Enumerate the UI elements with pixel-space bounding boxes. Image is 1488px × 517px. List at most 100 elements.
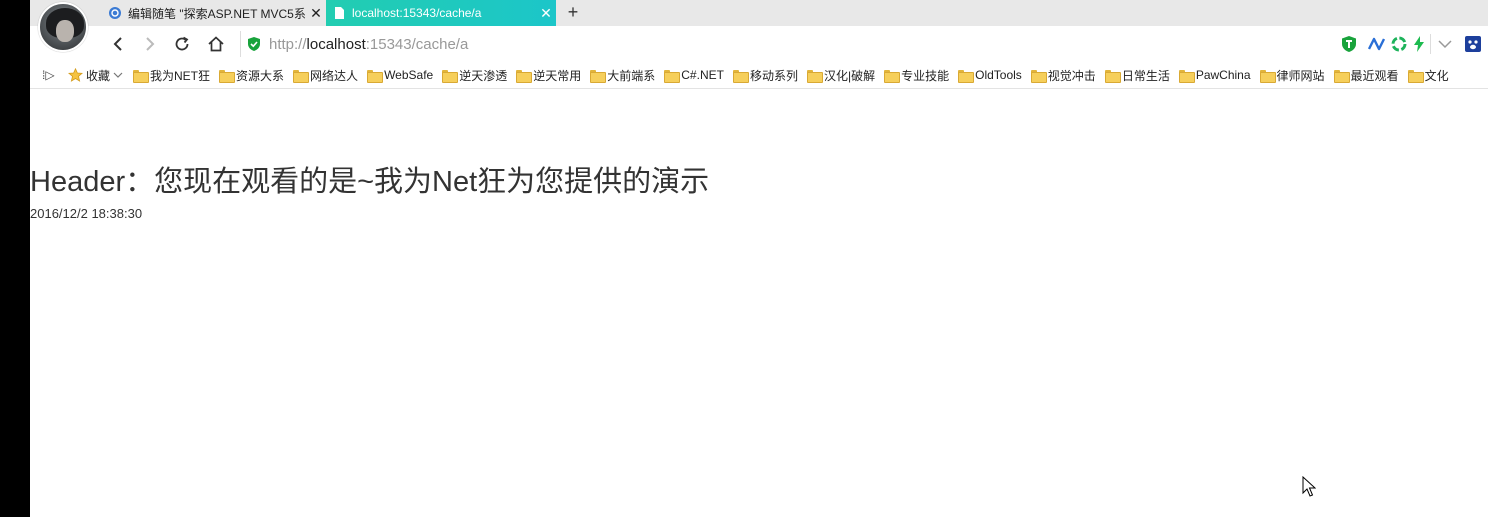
folder-icon [884,69,901,83]
reload-button[interactable] [170,32,194,56]
folder-icon [1104,69,1121,83]
new-tab-button[interactable]: + [562,1,584,23]
page-content: Header：您现在观看的是~我为Net狂为您提供的演示 2016/12/2 1… [30,90,1488,517]
bookmark-folder[interactable]: 逆天常用 [516,67,581,84]
bookmark-folder[interactable]: 逆天渗透 [442,67,507,84]
folder-icon [958,69,975,83]
folder-icon [732,69,749,83]
bookmark-folder[interactable]: 最近观看 [1333,67,1399,84]
site-icon [109,7,121,19]
folder-icon [367,69,384,83]
folder-icon [806,69,823,83]
bookmark-folder[interactable]: 大前端系 [590,67,655,84]
home-button[interactable] [204,32,228,56]
favorites-label: 收藏 [86,68,111,83]
bookmark-folder[interactable]: 律师网站 [1259,67,1325,84]
bookmark-folder[interactable]: 网络达人 [293,67,358,84]
folder-icon [219,69,236,83]
bookmark-label: 逆天常用 [533,68,582,83]
folder-icon [1178,69,1195,83]
bookmark-label: 大前端系 [607,68,656,83]
folder-icon [664,69,681,83]
paw-icon [1465,36,1481,52]
folder-icon [516,69,533,83]
folder-icon [1030,69,1047,83]
bookmark-folder[interactable]: 文化 [1407,67,1449,84]
address-bar[interactable]: http://localhost:15343/cache/a [240,31,1330,57]
tab-label: localhost:15343/cache/a [352,6,482,20]
url-host: localhost [306,35,366,53]
bookmark-label: 律师网站 [1276,68,1325,83]
folder-icon [133,69,150,83]
mouse-cursor-icon [1302,476,1316,497]
bookmark-label: 专业技能 [901,68,950,83]
star-icon [68,68,83,82]
bookmark-label: OldTools [975,68,1022,82]
tab-label: 编辑随笔 "探索ASP.NET MVC5系 [128,6,306,21]
tab-close-icon[interactable]: ✕ [306,5,326,22]
bookmark-label: C#.NET [681,68,724,82]
forward-button[interactable] [138,32,162,56]
chevron-down-icon [113,72,123,78]
folder-icon [442,69,459,83]
extension-paw[interactable] [1464,35,1482,53]
folder-icon [1407,69,1424,83]
bookmark-folder[interactable]: 资源大系 [219,67,284,84]
browser-window: 编辑随笔 "探索ASP.NET MVC5系 ✕ localhost:15343/… [30,0,1488,517]
bookmark-folder[interactable]: WebSafe [367,68,434,83]
back-button[interactable] [106,32,130,56]
page-icon [335,7,344,19]
navigation-bar: http://localhost:15343/cache/a [30,26,1488,62]
folder-icon [590,69,607,83]
toolbar-divider [1430,34,1431,54]
tab-strip: 编辑随笔 "探索ASP.NET MVC5系 ✕ localhost:15343/… [30,0,1488,52]
bookmark-label: 资源大系 [236,68,285,83]
n-logo-icon [1368,37,1386,51]
bookmark-folder[interactable]: 视觉冲击 [1030,67,1096,84]
security-shield-icon [248,37,260,51]
home-icon [208,36,224,52]
user-avatar[interactable] [38,2,88,52]
folder-icon [1333,69,1350,83]
tab-localhost-active[interactable]: localhost:15343/cache/a ✕ [326,0,556,26]
bookmark-label: WebSafe [384,68,434,82]
bookmark-label: 移动系列 [749,68,798,83]
bookmark-label: PawChina [1195,68,1251,82]
bookmark-folder[interactable]: OldTools [958,68,1022,83]
bookmark-label: 网络达人 [310,68,359,83]
left-black-strip [0,0,30,517]
chevron-left-icon [113,37,122,51]
bookmark-label: 逆天渗透 [459,68,508,83]
extension-n[interactable] [1368,35,1386,53]
folder-icon [293,69,310,83]
url-path: :15343/cache/a [365,35,469,53]
extensions-menu-button[interactable] [1436,35,1454,53]
url-text: http://localhost:15343/cache/a [269,36,468,53]
bookmark-label: 视觉冲击 [1047,68,1096,83]
folder-icon [1259,69,1276,83]
tab-close-icon[interactable]: ✕ [536,5,556,22]
avatar-face [56,20,74,42]
extension-recycle[interactable] [1390,35,1408,53]
bookmark-folder[interactable]: 汉化|破解 [806,67,876,84]
bookmark-folder[interactable]: 我为NET狂 [133,67,210,84]
bookmark-folders: 我为NET狂 资源大系 网络达人 WebSafe 逆天渗透 逆天常用 大前端系 C#.NET 移… [133,67,1458,84]
bookmark-folder[interactable]: 日常生活 [1104,67,1170,84]
favorites-menu[interactable]: 收藏 [68,67,123,84]
bookmark-label: 汉化|破解 [823,68,876,83]
extension-bolt[interactable] [1410,35,1428,53]
tab-edit-post[interactable]: 编辑随笔 "探索ASP.NET MVC5系 ✕ [102,0,326,26]
page-heading: Header：您现在观看的是~我为Net狂为您提供的演示 [30,166,710,198]
bookmarks-bar: ⁞▷ 收藏 我为NET狂 资源大系 网络达人 WebSafe 逆天渗透 逆天常用 大前端系 C… [30,62,1488,89]
bookmark-folder[interactable]: C#.NET [664,68,724,83]
recycle-icon [1391,36,1407,52]
sidebar-toggle-icon[interactable]: ⁞▷ [42,68,60,82]
extension-shield[interactable] [1340,35,1358,53]
page-timestamp: 2016/12/2 18:38:30 [30,206,143,221]
green-shield-icon [1342,36,1356,52]
bookmark-folder[interactable]: 移动系列 [732,67,798,84]
bookmark-folder[interactable]: PawChina [1178,68,1251,83]
bookmark-label: 文化 [1424,68,1449,83]
bookmark-folder[interactable]: 专业技能 [884,67,949,84]
bookmark-label: 最近观看 [1350,68,1399,83]
